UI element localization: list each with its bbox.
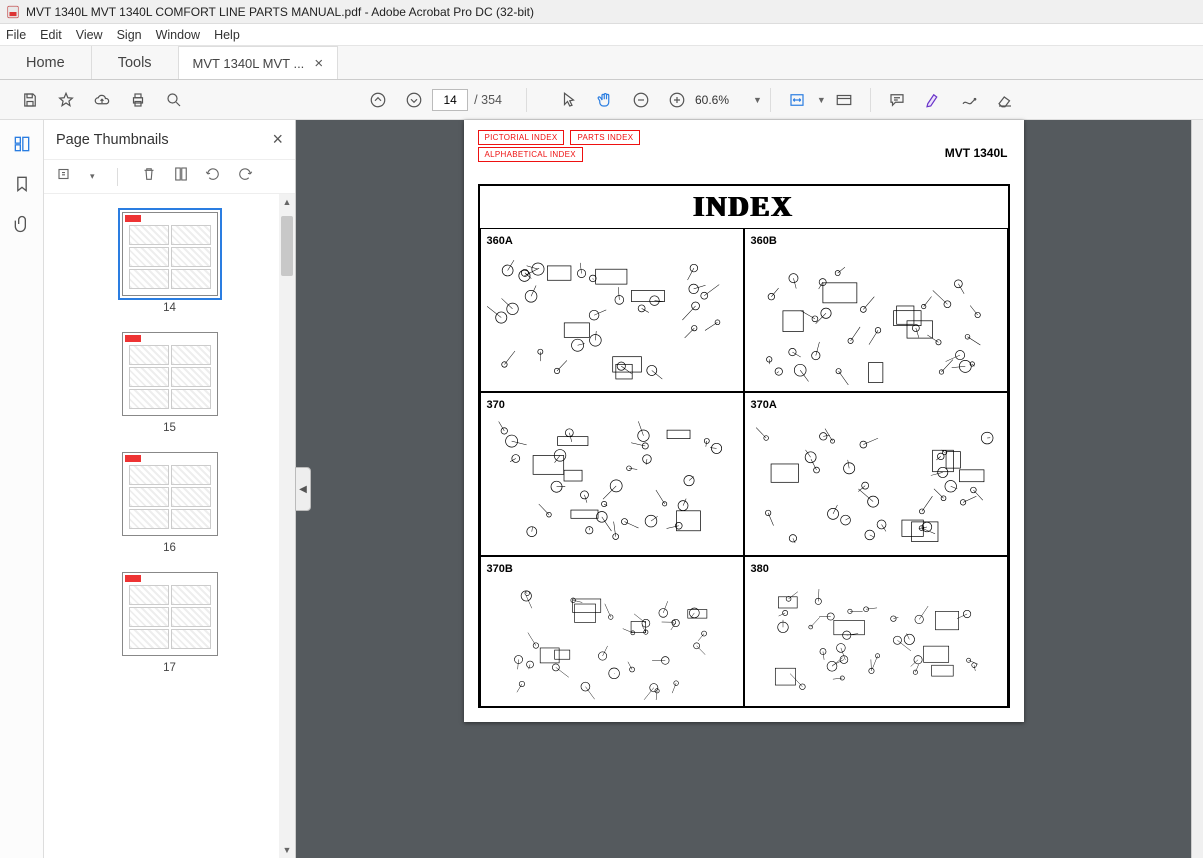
delete-icon[interactable] xyxy=(140,165,158,188)
tab-document[interactable]: MVT 1340L MVT ... × xyxy=(179,46,339,79)
window-title: MVT 1340L MVT 1340L COMFORT LINE PARTS M… xyxy=(26,5,534,19)
diagram-image xyxy=(751,253,1001,385)
thumbnail-page[interactable]: 15 xyxy=(44,332,295,434)
zoom-in-icon[interactable] xyxy=(668,91,686,109)
page-count: / 354 xyxy=(474,93,502,107)
pdf-icon xyxy=(6,5,20,19)
page-number-input[interactable] xyxy=(432,89,468,111)
tab-home[interactable]: Home xyxy=(0,46,92,79)
search-icon[interactable] xyxy=(165,91,183,109)
zoom-out-icon[interactable] xyxy=(632,91,650,109)
thumbnail-page[interactable]: 17 xyxy=(44,572,295,674)
index-cell-code: 370 xyxy=(487,399,737,411)
scroll-down-icon[interactable]: ▼ xyxy=(279,842,295,858)
index-cell[interactable]: 370B xyxy=(480,556,744,706)
draw-icon[interactable] xyxy=(960,91,978,109)
page-up-icon[interactable] xyxy=(369,91,387,109)
scroll-thumb[interactable] xyxy=(281,216,293,276)
main-area: Page Thumbnails × ▾ 14151617 ▲ ▼ ◀ PIC xyxy=(0,120,1203,858)
thumb-options-icon[interactable] xyxy=(56,165,74,188)
fit-width-icon[interactable] xyxy=(788,91,806,109)
left-rail xyxy=(0,120,44,858)
menubar: File Edit View Sign Window Help xyxy=(0,24,1203,46)
rotate-ccw-icon[interactable] xyxy=(204,165,222,188)
star-icon[interactable] xyxy=(57,91,75,109)
pdf-page: PICTORIAL INDEX PARTS INDEX ALPHABETICAL… xyxy=(464,120,1024,722)
thumbnails-panel: Page Thumbnails × ▾ 14 15 16 17 ▲ ▼ xyxy=(44,120,296,858)
menu-window[interactable]: Window xyxy=(156,28,200,42)
menu-sign[interactable]: Sign xyxy=(117,28,142,42)
diagram-image xyxy=(751,417,1001,549)
pointer-icon[interactable] xyxy=(560,91,578,109)
index-cell-code: 360A xyxy=(487,235,737,247)
thumbnail-page[interactable]: 14 xyxy=(44,212,295,314)
index-box: INDEX 360A 360B 370 370A 370B 380 xyxy=(478,184,1010,708)
hand-icon[interactable] xyxy=(596,91,614,109)
save-icon[interactable] xyxy=(21,91,39,109)
highlight-icon[interactable] xyxy=(924,91,942,109)
scroll-up-icon[interactable]: ▲ xyxy=(279,194,295,210)
collapse-panel-icon[interactable]: ◀ xyxy=(295,467,311,511)
thumb-options-caret-icon[interactable]: ▾ xyxy=(90,171,95,182)
thumbnails-list[interactable]: 14 15 16 17 ▲ ▼ xyxy=(44,194,295,858)
titlebar: MVT 1340L MVT 1340L COMFORT LINE PARTS M… xyxy=(0,0,1203,24)
comment-icon[interactable] xyxy=(888,91,906,109)
menu-view[interactable]: View xyxy=(76,28,103,42)
cloud-sync-icon[interactable] xyxy=(93,91,111,109)
attachment-rail-icon[interactable] xyxy=(12,214,32,234)
index-cell[interactable]: 370A xyxy=(744,392,1008,556)
thumbnail-label: 15 xyxy=(163,422,176,434)
tabs-row: Home Tools MVT 1340L MVT ... × xyxy=(0,46,1203,80)
index-cell[interactable]: 370 xyxy=(480,392,744,556)
thumbnails-title: Page Thumbnails xyxy=(56,132,169,148)
close-tab-icon[interactable]: × xyxy=(314,55,323,72)
diagram-image xyxy=(751,581,1001,700)
read-mode-icon[interactable] xyxy=(835,91,853,109)
zoom-caret-icon[interactable]: ▼ xyxy=(753,95,762,105)
toolbar: / 354 60.6%▼ ▼ xyxy=(0,80,1203,120)
diagram-image xyxy=(487,581,737,700)
diagram-image xyxy=(487,417,737,549)
link-parts-index[interactable]: PARTS INDEX xyxy=(570,130,640,145)
menu-help[interactable]: Help xyxy=(214,28,240,42)
link-pictorial-index[interactable]: PICTORIAL INDEX xyxy=(478,130,565,145)
page-down-icon[interactable] xyxy=(405,91,423,109)
thumbnails-scrollbar[interactable]: ▲ ▼ xyxy=(279,194,295,858)
thumbnail-label: 16 xyxy=(163,542,176,554)
close-thumbnails-icon[interactable]: × xyxy=(272,129,283,150)
menu-file[interactable]: File xyxy=(6,28,26,42)
document-viewport[interactable]: ◀ PICTORIAL INDEX PARTS INDEX ALPHABETIC… xyxy=(296,120,1191,858)
index-cell-code: 380 xyxy=(751,563,1001,575)
index-cell[interactable]: 380 xyxy=(744,556,1008,706)
index-cell[interactable]: 360B xyxy=(744,228,1008,392)
bookmark-rail-icon[interactable] xyxy=(12,174,32,194)
model-label: MVT 1340L xyxy=(945,146,1008,160)
index-title: INDEX xyxy=(480,186,1008,228)
zoom-level[interactable]: 60.6% xyxy=(695,93,751,107)
diagram-image xyxy=(487,253,737,385)
thumbnail-label: 14 xyxy=(163,302,176,314)
thumbnail-page[interactable]: 16 xyxy=(44,452,295,554)
menu-edit[interactable]: Edit xyxy=(40,28,62,42)
erase-icon[interactable] xyxy=(996,91,1014,109)
index-cell[interactable]: 360A xyxy=(480,228,744,392)
thumbnails-rail-icon[interactable] xyxy=(12,134,32,154)
rotate-cw-icon[interactable] xyxy=(236,165,254,188)
print-pages-icon[interactable] xyxy=(172,165,190,188)
index-cell-code: 360B xyxy=(751,235,1001,247)
thumbnails-tools: ▾ xyxy=(44,160,295,194)
right-rail[interactable] xyxy=(1191,120,1203,858)
fit-caret-icon[interactable]: ▼ xyxy=(817,95,826,105)
tab-tools[interactable]: Tools xyxy=(92,46,179,79)
tab-document-label: MVT 1340L MVT ... xyxy=(193,56,305,71)
link-alphabetical-index[interactable]: ALPHABETICAL INDEX xyxy=(478,147,583,162)
index-cell-code: 370A xyxy=(751,399,1001,411)
thumbnails-header: Page Thumbnails × xyxy=(44,120,295,160)
thumbnail-label: 17 xyxy=(163,662,176,674)
index-cell-code: 370B xyxy=(487,563,737,575)
print-icon[interactable] xyxy=(129,91,147,109)
